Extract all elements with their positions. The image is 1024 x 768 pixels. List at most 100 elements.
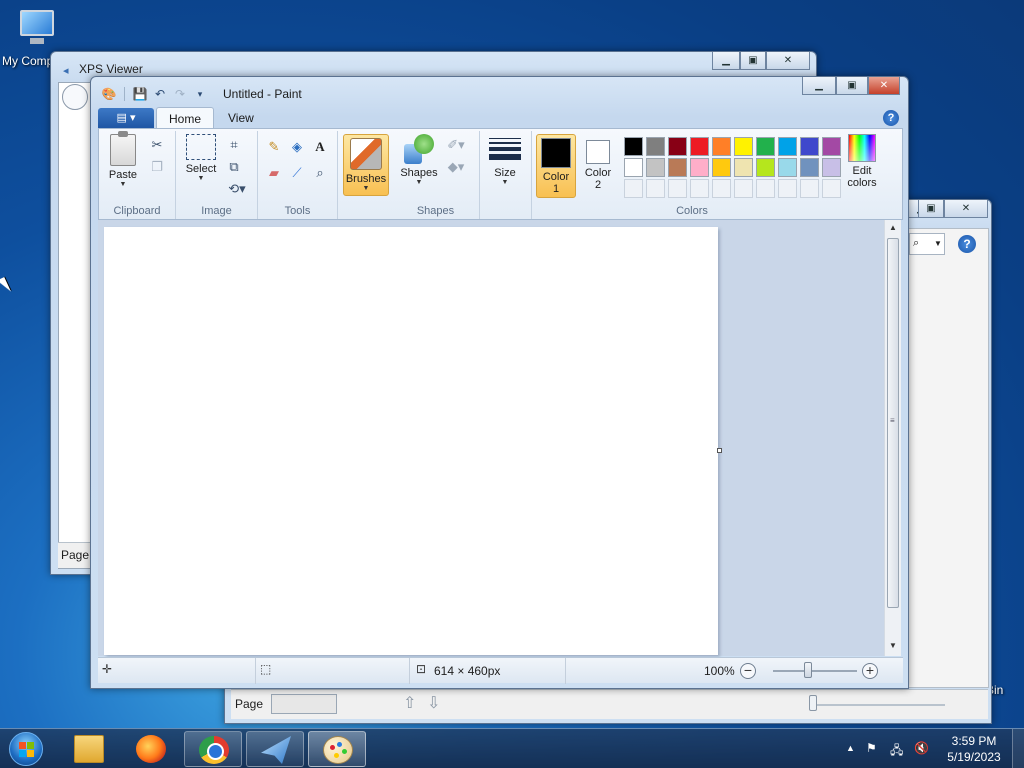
zoom-slider-thumb[interactable] — [804, 662, 812, 678]
palette-swatch-empty[interactable] — [822, 179, 841, 198]
zoom-slider-track[interactable] — [811, 704, 945, 706]
palette-swatch[interactable] — [800, 158, 819, 177]
palette-swatch[interactable] — [778, 137, 797, 156]
pencil-icon[interactable]: ✎ — [264, 137, 284, 157]
color2-button[interactable]: Color 2 — [580, 134, 616, 191]
vertical-scrollbar[interactable]: ▲ ≡ ▼ — [884, 220, 901, 656]
palette-swatch-empty[interactable] — [734, 179, 753, 198]
chevron-down-icon[interactable]: ▼ — [934, 239, 942, 248]
outline-icon[interactable]: ✐▾ — [442, 135, 470, 155]
palette-swatch-empty[interactable] — [756, 179, 775, 198]
close-button[interactable]: ✕ — [944, 200, 988, 218]
paint-menu-button[interactable]: ▤ ▾ — [98, 108, 154, 128]
palette-swatch[interactable] — [624, 158, 643, 177]
taskbar-explorer-button[interactable] — [60, 731, 118, 767]
redo-icon[interactable]: ↷ — [172, 86, 188, 102]
cut-icon[interactable]: ✂ — [147, 135, 167, 155]
palette-swatch-empty[interactable] — [712, 179, 731, 198]
palette-swatch[interactable] — [690, 137, 709, 156]
paint-window[interactable]: 🎨 💾 ↶ ↷ ▾ Untitled - Paint ▁ ▣ ✕ ▤ ▾ Hom… — [90, 76, 909, 689]
drawing-canvas[interactable] — [104, 227, 718, 655]
palette-swatch[interactable] — [712, 137, 731, 156]
fill-icon[interactable]: ◆▾ — [442, 157, 470, 177]
show-hidden-icons-icon[interactable]: ▲ — [846, 743, 855, 753]
brushes-button[interactable]: Brushes ▼ — [343, 134, 389, 196]
rotate-icon[interactable]: ⟲▾ — [224, 179, 250, 199]
back-nav-button[interactable] — [62, 84, 88, 110]
palette-swatch[interactable] — [646, 137, 665, 156]
zoom-out-button[interactable]: − — [740, 663, 756, 679]
action-center-flag-icon[interactable]: ⚑ — [866, 741, 877, 755]
palette-swatch[interactable] — [756, 137, 775, 156]
zoom-in-button[interactable]: + — [862, 663, 878, 679]
shapes-button[interactable]: Shapes ▼ — [398, 134, 440, 186]
taskbar-firefox-button[interactable] — [122, 731, 180, 767]
palette-swatch-empty[interactable] — [668, 179, 687, 198]
palette-swatch-empty[interactable] — [646, 179, 665, 198]
volume-muted-icon[interactable]: 🔇 — [914, 741, 929, 755]
color-picker-icon[interactable]: ⟋ — [287, 163, 307, 183]
previous-page-icon[interactable]: ⇧ — [403, 693, 416, 713]
magnifier-icon[interactable]: ⌕ — [310, 163, 330, 183]
fill-bucket-icon[interactable]: ◈ — [287, 137, 307, 157]
taskbar-paint-button[interactable] — [308, 731, 366, 767]
customize-toolbar-icon[interactable]: ▾ — [192, 86, 208, 102]
close-button[interactable]: ✕ — [868, 77, 900, 95]
palette-swatch[interactable] — [668, 158, 687, 177]
undo-icon[interactable]: ↶ — [152, 86, 168, 102]
scroll-up-icon[interactable]: ▲ — [885, 220, 901, 236]
start-button[interactable] — [4, 731, 48, 767]
palette-swatch[interactable] — [778, 158, 797, 177]
scroll-down-icon[interactable]: ▼ — [885, 638, 901, 654]
tab-view[interactable]: View — [216, 107, 266, 129]
crop-icon[interactable]: ⌗ — [224, 135, 244, 155]
palette-swatch[interactable] — [756, 158, 775, 177]
page-number-input[interactable] — [271, 694, 337, 714]
palette-swatch-empty[interactable] — [690, 179, 709, 198]
text-icon[interactable]: A — [310, 137, 330, 157]
palette-swatch[interactable] — [624, 137, 643, 156]
tab-home[interactable]: Home — [156, 107, 215, 129]
select-button[interactable]: Select ▼ — [182, 134, 220, 182]
paste-button[interactable]: Paste ▼ — [103, 131, 143, 188]
palette-swatch[interactable] — [734, 137, 753, 156]
palette-swatch[interactable] — [712, 158, 731, 177]
palette-swatch-empty[interactable] — [624, 179, 643, 198]
palette-swatch[interactable] — [690, 158, 709, 177]
palette-swatch-empty[interactable] — [800, 179, 819, 198]
document-area — [907, 228, 989, 688]
paint-app-icon[interactable]: 🎨 — [101, 86, 117, 102]
edit-colors-button[interactable]: Edit colors — [842, 134, 882, 189]
taskbar-chrome-button[interactable] — [184, 731, 242, 767]
size-button[interactable]: Size ▼ — [486, 134, 524, 186]
palette-swatch[interactable] — [734, 158, 753, 177]
clock[interactable]: 3:59 PM 5/19/2023 — [940, 733, 1008, 765]
palette-swatch[interactable] — [668, 137, 687, 156]
maximize-button[interactable]: ▣ — [740, 52, 766, 70]
next-page-icon[interactable]: ⇩ — [427, 693, 440, 713]
close-button[interactable]: ✕ — [766, 52, 810, 70]
zoom-slider-thumb[interactable] — [809, 695, 817, 711]
help-icon[interactable]: ? — [883, 110, 899, 126]
palette-swatch[interactable] — [646, 158, 665, 177]
zoom-slider-track[interactable] — [773, 670, 857, 672]
maximize-button[interactable]: ▣ — [836, 77, 868, 95]
help-icon[interactable]: ? — [958, 235, 976, 253]
copy-icon[interactable]: ❐ — [147, 157, 167, 177]
palette-swatch[interactable] — [822, 137, 841, 156]
color1-button[interactable]: Color 1 — [536, 134, 576, 198]
search-box[interactable]: ⌕ ▼ — [909, 233, 945, 255]
taskbar-xps-viewer-button[interactable] — [246, 731, 304, 767]
eraser-icon[interactable]: ▰ — [264, 163, 284, 183]
palette-swatch[interactable] — [822, 158, 841, 177]
maximize-button[interactable]: ▣ — [918, 200, 944, 218]
save-icon[interactable]: 💾 — [132, 86, 148, 102]
show-desktop-button[interactable] — [1012, 729, 1024, 768]
palette-swatch[interactable] — [800, 137, 819, 156]
minimize-button[interactable]: ▁ — [802, 77, 836, 95]
resize-icon[interactable]: ⧉ — [224, 157, 244, 177]
network-icon[interactable]: 🖧 — [890, 741, 903, 762]
palette-swatch-empty[interactable] — [778, 179, 797, 198]
minimize-button[interactable]: ▁ — [712, 52, 740, 70]
canvas-resize-handle-right[interactable] — [717, 448, 722, 453]
